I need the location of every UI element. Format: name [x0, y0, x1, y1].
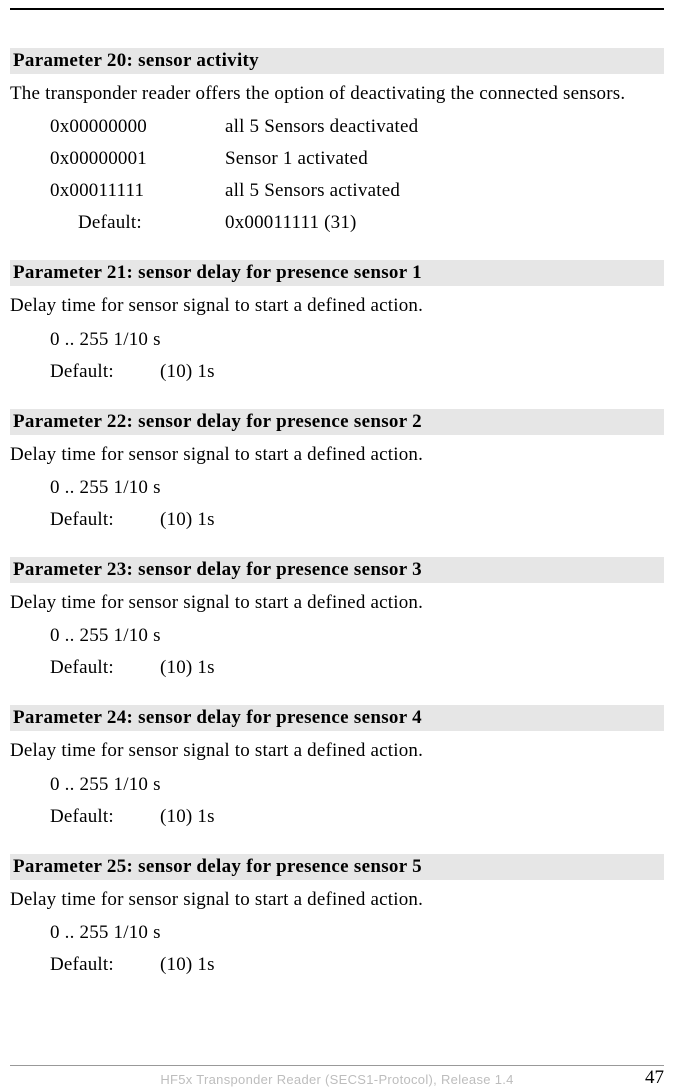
- row-p20-1: 0x00000001 Sensor 1 activated: [50, 148, 664, 170]
- default-label: Default:: [50, 361, 160, 383]
- row-p23-default: Default: (10) 1s: [50, 657, 664, 679]
- code: 0x00011111: [50, 180, 225, 202]
- value: Sensor 1 activated: [225, 148, 664, 170]
- heading-parameter-24: Parameter 24: sensor delay for presence …: [10, 705, 664, 731]
- footer-text: HF5x Transponder Reader (SECS1-Protocol)…: [10, 1072, 664, 1087]
- range: 0 .. 255 1/10 s: [50, 477, 161, 499]
- section-parameter-24: Parameter 24: sensor delay for presence …: [10, 705, 664, 827]
- value: all 5 Sensors activated: [225, 180, 664, 202]
- row-p20-0: 0x00000000 all 5 Sensors deactivated: [50, 116, 664, 138]
- section-parameter-22: Parameter 22: sensor delay for presence …: [10, 409, 664, 531]
- page-content: Parameter 20: sensor activity The transp…: [0, 0, 674, 976]
- heading-parameter-22: Parameter 22: sensor delay for presence …: [10, 409, 664, 435]
- row-p24-default: Default: (10) 1s: [50, 806, 664, 828]
- range: 0 .. 255 1/10 s: [50, 329, 161, 351]
- heading-parameter-20: Parameter 20: sensor activity: [10, 48, 664, 74]
- desc-parameter-24: Delay time for sensor signal to start a …: [10, 739, 664, 763]
- code: 0x00000000: [50, 116, 225, 138]
- row-p21-range: 0 .. 255 1/10 s: [50, 329, 664, 351]
- row-p24-range: 0 .. 255 1/10 s: [50, 774, 664, 796]
- range: 0 .. 255 1/10 s: [50, 625, 161, 647]
- default-value: (10) 1s: [160, 954, 664, 976]
- default-label: Default:: [50, 509, 160, 531]
- row-p22-default: Default: (10) 1s: [50, 509, 664, 531]
- range: 0 .. 255 1/10 s: [50, 774, 161, 796]
- default-value: (10) 1s: [160, 806, 664, 828]
- page-footer: HF5x Transponder Reader (SECS1-Protocol)…: [10, 1065, 664, 1087]
- default-value: (10) 1s: [160, 361, 664, 383]
- row-p25-default: Default: (10) 1s: [50, 954, 664, 976]
- desc-parameter-25: Delay time for sensor signal to start a …: [10, 888, 664, 912]
- row-p25-range: 0 .. 255 1/10 s: [50, 922, 664, 944]
- value: all 5 Sensors deactivated: [225, 116, 664, 138]
- page-number: 47: [645, 1067, 664, 1089]
- section-parameter-21: Parameter 21: sensor delay for presence …: [10, 260, 664, 382]
- row-p23-range: 0 .. 255 1/10 s: [50, 625, 664, 647]
- default-value: (10) 1s: [160, 657, 664, 679]
- heading-parameter-21: Parameter 21: sensor delay for presence …: [10, 260, 664, 286]
- code: 0x00000001: [50, 148, 225, 170]
- desc-parameter-21: Delay time for sensor signal to start a …: [10, 294, 664, 318]
- range: 0 .. 255 1/10 s: [50, 922, 161, 944]
- desc-parameter-20: The transponder reader offers the option…: [10, 82, 664, 106]
- heading-parameter-23: Parameter 23: sensor delay for presence …: [10, 557, 664, 583]
- top-rule: [10, 8, 664, 10]
- default-label: Default:: [50, 657, 160, 679]
- section-parameter-25: Parameter 25: sensor delay for presence …: [10, 854, 664, 976]
- row-p21-default: Default: (10) 1s: [50, 361, 664, 383]
- default-label: Default:: [50, 954, 160, 976]
- default-value: 0x00011111 (31): [225, 212, 664, 234]
- default-label: Default:: [50, 212, 225, 234]
- default-label: Default:: [50, 806, 160, 828]
- row-p20-2: 0x00011111 all 5 Sensors activated: [50, 180, 664, 202]
- desc-parameter-23: Delay time for sensor signal to start a …: [10, 591, 664, 615]
- row-p22-range: 0 .. 255 1/10 s: [50, 477, 664, 499]
- desc-parameter-22: Delay time for sensor signal to start a …: [10, 443, 664, 467]
- row-p20-default: Default: 0x00011111 (31): [50, 212, 664, 234]
- section-parameter-23: Parameter 23: sensor delay for presence …: [10, 557, 664, 679]
- default-value: (10) 1s: [160, 509, 664, 531]
- heading-parameter-25: Parameter 25: sensor delay for presence …: [10, 854, 664, 880]
- section-parameter-20: Parameter 20: sensor activity The transp…: [10, 48, 664, 234]
